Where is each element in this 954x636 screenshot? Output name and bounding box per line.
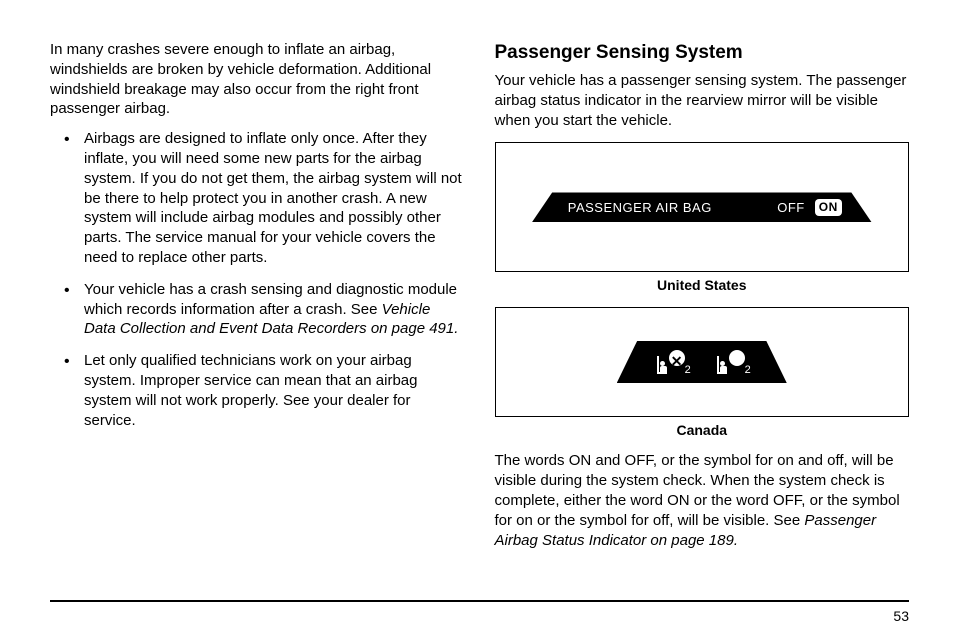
canada-indicator-graphic: ✕ 2 2 xyxy=(617,341,787,383)
content-columns: In many crashes severe enough to inflate… xyxy=(50,40,909,595)
section-intro: Your vehicle has a passenger sensing sys… xyxy=(495,71,910,130)
figure-canada: ✕ 2 2 xyxy=(495,307,910,417)
caption-us: United States xyxy=(495,276,910,294)
airbag-on-icon: 2 xyxy=(717,348,747,376)
on-indicator: ON xyxy=(815,199,842,217)
airbag-off-icon: ✕ 2 xyxy=(657,348,687,376)
indicator-label: PASSENGER AIR BAG xyxy=(568,199,712,216)
page-number: 53 xyxy=(893,608,909,624)
caption-canada: Canada xyxy=(495,421,910,439)
indicator-status-group: OFF ON xyxy=(777,199,842,217)
off-text: OFF xyxy=(777,199,805,216)
right-column: Passenger Sensing System Your vehicle ha… xyxy=(495,40,910,595)
bullet-2: Your vehicle has a crash sensing and dia… xyxy=(78,280,465,339)
intro-paragraph: In many crashes severe enough to inflate… xyxy=(50,40,465,119)
closing-paragraph: The words ON and OFF, or the symbol for … xyxy=(495,451,910,550)
bullet-3: Let only qualified technicians work on y… xyxy=(78,351,465,430)
us-indicator-graphic: PASSENGER AIR BAG OFF ON xyxy=(532,192,872,222)
bullet-1: Airbags are designed to inflate only onc… xyxy=(78,129,465,268)
bullet-list: Airbags are designed to inflate only onc… xyxy=(50,129,465,430)
figure-us: PASSENGER AIR BAG OFF ON xyxy=(495,142,910,272)
footer-rule xyxy=(50,600,909,602)
left-column: In many crashes severe enough to inflate… xyxy=(50,40,465,595)
section-heading: Passenger Sensing System xyxy=(495,40,910,65)
